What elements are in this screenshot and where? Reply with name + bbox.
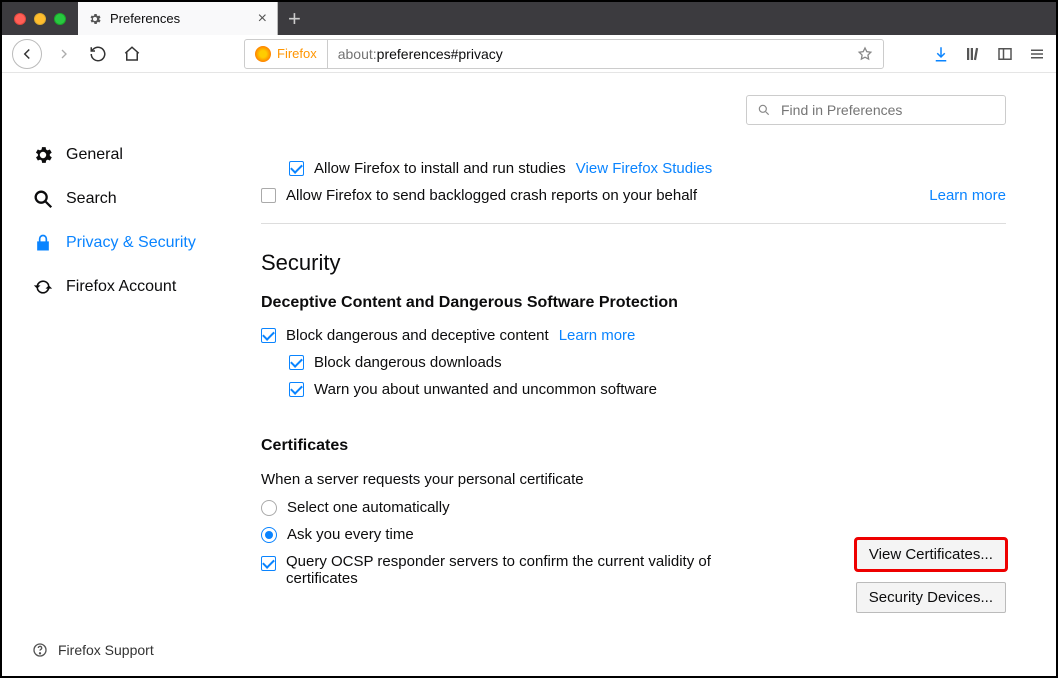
crash-reports-checkbox[interactable] xyxy=(261,188,276,203)
search-icon xyxy=(32,188,54,210)
block-downloads-row: Block dangerous downloads xyxy=(261,349,1006,376)
cert-auto-radio[interactable] xyxy=(261,500,277,516)
find-input[interactable] xyxy=(779,101,995,119)
identity-brand: Firefox xyxy=(277,46,317,61)
view-certificates-button[interactable]: View Certificates... xyxy=(856,539,1006,570)
block-content-checkbox[interactable] xyxy=(261,328,276,343)
close-window-button[interactable] xyxy=(14,13,26,25)
cert-ask-label: Ask you every time xyxy=(287,526,414,543)
warn-software-label: Warn you about unwanted and uncommon sof… xyxy=(314,381,657,398)
forward-button[interactable] xyxy=(52,42,76,66)
block-learn-more-link[interactable]: Learn more xyxy=(559,327,636,344)
preferences-sidebar: General Search Privacy & Security Firefo… xyxy=(2,73,231,676)
security-heading: Security xyxy=(261,250,1006,276)
home-button[interactable] xyxy=(120,42,144,66)
navigation-toolbar: Firefox about:preferences#privacy xyxy=(2,35,1056,73)
sidebar-item-label: Firefox Account xyxy=(66,278,176,296)
sidebar-item-label: Search xyxy=(66,190,117,208)
tab-strip: Preferences × + xyxy=(2,2,1056,35)
reload-button[interactable] xyxy=(86,42,110,66)
block-content-label: Block dangerous and deceptive content xyxy=(286,327,549,344)
ocsp-row: Query OCSP responder servers to confirm … xyxy=(261,548,721,592)
cert-auto-label: Select one automatically xyxy=(287,499,450,516)
allow-studies-row: Allow Firefox to install and run studies… xyxy=(261,155,1006,182)
sidebar-item-account[interactable]: Firefox Account xyxy=(32,265,231,309)
identity-box[interactable]: Firefox xyxy=(245,40,328,68)
security-devices-button[interactable]: Security Devices... xyxy=(856,582,1006,613)
sidebar-item-search[interactable]: Search xyxy=(32,177,231,221)
allow-studies-label: Allow Firefox to install and run studies xyxy=(314,160,566,177)
gear-icon xyxy=(88,12,102,26)
downloads-icon[interactable] xyxy=(932,45,950,63)
sidebar-item-label: Privacy & Security xyxy=(66,234,196,252)
minimize-window-button[interactable] xyxy=(34,13,46,25)
deceptive-content-heading: Deceptive Content and Dangerous Software… xyxy=(261,294,1006,312)
sidebar-item-privacy[interactable]: Privacy & Security xyxy=(32,221,231,265)
section-divider xyxy=(261,223,1006,224)
sync-icon xyxy=(32,276,54,298)
find-in-preferences[interactable] xyxy=(746,95,1006,125)
toolbar-right xyxy=(932,45,1046,63)
tab-title: Preferences xyxy=(110,11,250,26)
new-tab-button[interactable]: + xyxy=(278,8,311,30)
lock-icon xyxy=(32,232,54,254)
sidebar-icon[interactable] xyxy=(996,45,1014,63)
ocsp-label: Query OCSP responder servers to confirm … xyxy=(286,553,721,587)
help-icon xyxy=(32,642,48,658)
zoom-window-button[interactable] xyxy=(54,13,66,25)
crash-reports-row: Allow Firefox to send backlogged crash r… xyxy=(261,182,1006,209)
crash-learn-more-link[interactable]: Learn more xyxy=(929,187,1006,204)
certificates-heading: Certificates xyxy=(261,437,1006,455)
sidebar-item-general[interactable]: General xyxy=(32,133,231,177)
menu-icon[interactable] xyxy=(1028,45,1046,63)
block-downloads-checkbox[interactable] xyxy=(289,355,304,370)
ocsp-checkbox[interactable] xyxy=(261,556,276,571)
window-traffic-lights xyxy=(2,13,78,25)
view-studies-link[interactable]: View Firefox Studies xyxy=(576,160,712,177)
library-icon[interactable] xyxy=(964,45,982,63)
close-tab-icon[interactable]: × xyxy=(258,11,267,27)
search-icon xyxy=(757,103,771,117)
url-bar[interactable]: Firefox about:preferences#privacy xyxy=(244,39,884,69)
help-label: Firefox Support xyxy=(58,642,154,658)
block-content-row: Block dangerous and deceptive content Le… xyxy=(261,322,1006,349)
firefox-icon xyxy=(255,46,271,62)
allow-studies-checkbox[interactable] xyxy=(289,161,304,176)
warn-software-checkbox[interactable] xyxy=(289,382,304,397)
url-text: about:preferences#privacy xyxy=(328,46,513,62)
preferences-main: Allow Firefox to install and run studies… xyxy=(231,73,1056,676)
firefox-support-link[interactable]: Firefox Support xyxy=(32,642,154,658)
cert-auto-row: Select one automatically xyxy=(261,494,836,521)
bookmark-star-icon[interactable] xyxy=(857,46,873,62)
cert-ask-row: Ask you every time xyxy=(261,521,836,548)
cert-ask-radio[interactable] xyxy=(261,527,277,543)
gear-icon xyxy=(32,144,54,166)
crash-reports-label: Allow Firefox to send backlogged crash r… xyxy=(286,187,697,204)
warn-software-row: Warn you about unwanted and uncommon sof… xyxy=(261,376,1006,403)
back-button[interactable] xyxy=(12,39,42,69)
cert-request-text: When a server requests your personal cer… xyxy=(261,465,836,494)
sidebar-item-label: General xyxy=(66,146,123,164)
browser-tab-preferences[interactable]: Preferences × xyxy=(78,2,278,35)
block-downloads-label: Block dangerous downloads xyxy=(314,354,502,371)
